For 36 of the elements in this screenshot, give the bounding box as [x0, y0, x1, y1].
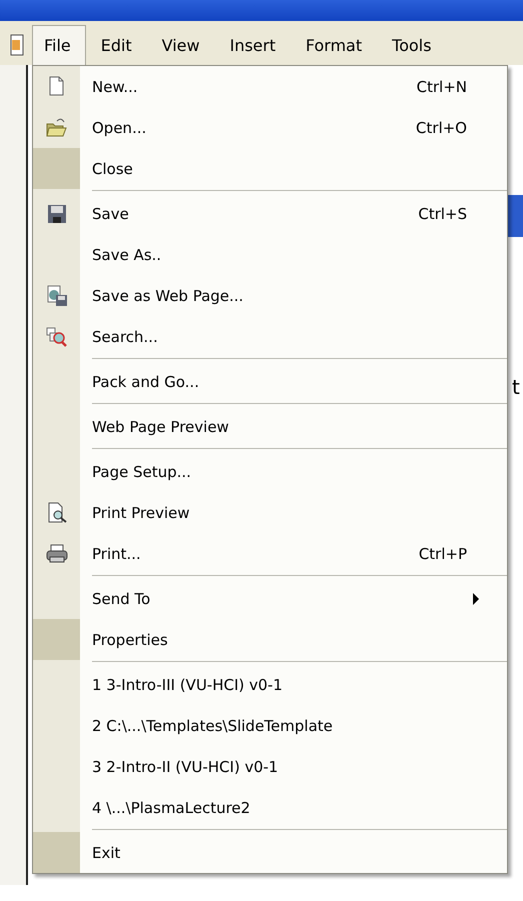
menu-item[interactable]: Insert: [214, 25, 291, 65]
menu-item[interactable]: File: [32, 25, 86, 65]
menu-item[interactable]: Save As..: [80, 234, 507, 275]
menu-item[interactable]: 2 C:\...\Templates\SlideTemplate: [80, 705, 507, 746]
menu-item[interactable]: Tools: [377, 25, 446, 65]
menu-item[interactable]: Print Preview: [80, 492, 507, 533]
folder-icon: [44, 116, 68, 140]
submenu-arrow-icon: [473, 592, 479, 604]
menu-item[interactable]: Print... Ctrl+P: [80, 533, 507, 574]
printer-icon: [44, 542, 68, 566]
menu-item[interactable]: View: [146, 25, 215, 65]
shortcut-text: Ctrl+O: [416, 118, 467, 136]
menu-item[interactable]: 1 3-Intro-III (VU-HCI) v0-1: [80, 664, 507, 705]
shortcut-text: Ctrl+S: [418, 204, 467, 222]
menu-item[interactable]: Search...: [80, 316, 507, 357]
menu-item[interactable]: Save as Web Page...: [80, 275, 507, 316]
menu-item[interactable]: Exit: [80, 832, 507, 873]
menu-item[interactable]: Save Ctrl+S: [80, 193, 507, 234]
menu-item[interactable]: 3 2-Intro-II (VU-HCI) v0-1: [80, 746, 507, 787]
document-icon: [10, 34, 24, 56]
document-text: t: [512, 375, 520, 399]
menu-item[interactable]: Format: [290, 25, 378, 65]
menu-item[interactable]: 4 \...\PlasmaLecture2: [80, 787, 507, 828]
shortcut-text: Ctrl+P: [418, 544, 467, 562]
menu-item[interactable]: Pack and Go...: [80, 361, 507, 402]
menu-item[interactable]: Close: [80, 148, 507, 189]
menu-item[interactable]: New... Ctrl+N: [80, 66, 507, 107]
menu-item[interactable]: Open... Ctrl+O: [80, 107, 507, 148]
menu-item[interactable]: Page Setup...: [80, 451, 507, 492]
menu-item[interactable]: Properties: [80, 619, 507, 660]
shortcut-text: Ctrl+N: [416, 78, 467, 96]
menu-item[interactable]: Web Page Preview: [80, 406, 507, 447]
menu-item[interactable]: Edit: [86, 25, 147, 65]
globe-floppy-icon: [44, 284, 68, 308]
magnifier-icon: [44, 324, 68, 348]
menu-item[interactable]: Send To: [80, 578, 507, 619]
